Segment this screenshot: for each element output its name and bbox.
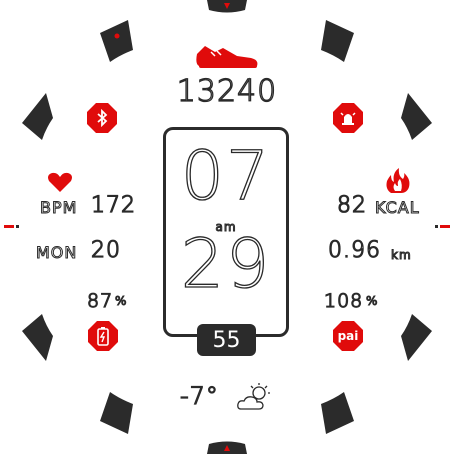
bezel-right-lower <box>401 314 432 361</box>
distance-value: 0.96 <box>327 237 381 263</box>
right-tick <box>435 225 438 228</box>
distance-unit: km <box>391 248 412 263</box>
temperature-value: -7° <box>179 381 219 410</box>
fire-icon <box>386 168 410 193</box>
partly-cloudy-icon <box>237 383 270 410</box>
heart-rate-label: BPM <box>39 198 78 218</box>
pai-unit: % <box>365 294 379 309</box>
seconds-value: 55 <box>197 324 256 356</box>
bezel-left-lower <box>22 314 53 361</box>
bezel-bottom-right <box>321 392 354 434</box>
right-marker <box>440 225 450 228</box>
day-number: 20 <box>90 237 121 263</box>
top-left-dot <box>114 33 120 39</box>
battery-unit: % <box>114 294 128 309</box>
heart-icon <box>48 172 72 192</box>
battery-value: 87 <box>86 289 114 312</box>
minute-value: 29 <box>180 225 272 304</box>
left-marker <box>4 225 14 228</box>
day-of-week: MON <box>35 243 78 263</box>
calories-value: 82 <box>336 192 367 218</box>
alarm-icon[interactable] <box>333 103 363 133</box>
bezel-right-upper <box>401 93 432 140</box>
bezel-top-left <box>100 20 133 62</box>
left-tick <box>16 225 19 228</box>
bezel-top-right <box>321 20 354 62</box>
calories-unit: KCAL <box>375 198 420 218</box>
hour-value: 07 <box>180 137 272 216</box>
battery-icon[interactable] <box>88 321 118 351</box>
bezel-left-upper <box>22 93 53 140</box>
heart-rate-value: 172 <box>90 192 136 218</box>
bezel-bottom-left <box>100 392 133 434</box>
shoe-icon <box>196 46 258 68</box>
bluetooth-icon[interactable] <box>87 103 117 133</box>
steps-value: 13240 <box>176 73 278 109</box>
pai-icon[interactable]: pai <box>333 321 363 351</box>
pai-value: 108 <box>323 289 364 312</box>
